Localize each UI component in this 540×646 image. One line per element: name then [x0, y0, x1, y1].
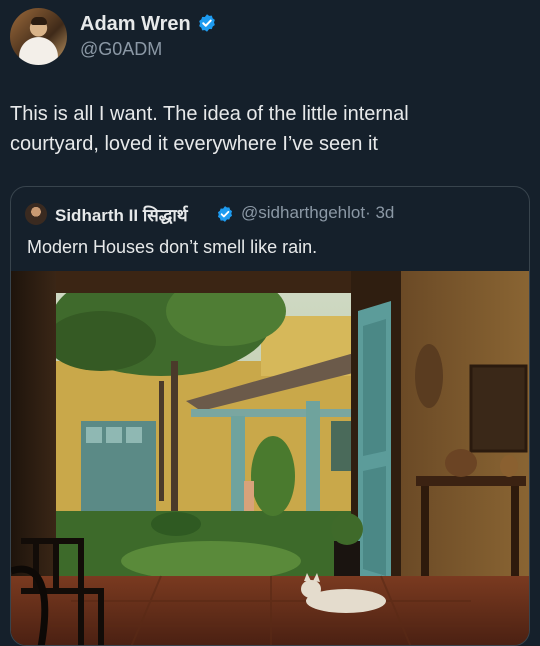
- tweet-text: This is all I want. The idea of the litt…: [10, 99, 525, 159]
- tweet-header: Adam Wren @G0ADM: [10, 8, 530, 68]
- quote-text: Modern Houses don’t smell like rain.: [27, 237, 318, 257]
- author-handle[interactable]: @G0ADM: [80, 39, 162, 60]
- quote-timestamp[interactable]: · 3d: [365, 203, 394, 222]
- tweet-text-line-2: courtyard, loved it everywhere I’ve seen…: [10, 133, 378, 155]
- author-name-row[interactable]: Adam Wren: [80, 13, 217, 36]
- quote-author-meta[interactable]: @sidharthgehlot· 3d: [241, 203, 394, 223]
- quoted-tweet-card[interactable]: Sidharth II सिद्धार्थ @sidharthgehlot· 3…: [10, 186, 530, 646]
- quote-author-avatar[interactable]: [25, 203, 47, 225]
- quote-author-handle[interactable]: @sidharthgehlot: [241, 203, 365, 222]
- author-avatar[interactable]: [10, 8, 67, 65]
- courtyard-photo[interactable]: [11, 271, 530, 646]
- verified-badge-icon: [217, 206, 233, 222]
- author-name[interactable]: Adam Wren: [80, 13, 191, 35]
- quote-author-name[interactable]: Sidharth II सिद्धार्थ: [55, 203, 188, 226]
- tweet-text-line-1: This is all I want. The idea of the litt…: [10, 103, 409, 125]
- verified-badge-icon: [198, 14, 215, 32]
- quote-header: Sidharth II सिद्धार्थ @sidharthgehlot· 3…: [25, 201, 525, 225]
